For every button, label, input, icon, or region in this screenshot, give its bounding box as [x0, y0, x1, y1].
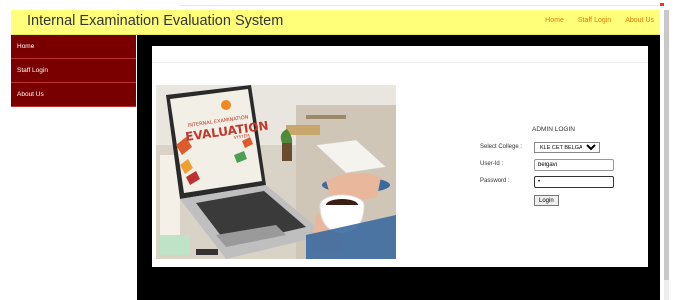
userid-input[interactable] [534, 159, 614, 171]
content-panel: INTERNAL EXAMINATION EVALUATION SYSTEM A… [152, 46, 648, 267]
login-button[interactable]: Login [534, 195, 559, 206]
login-heading: ADMIN LOGIN [532, 126, 575, 133]
app-title: Internal Examination Evaluation System [27, 13, 284, 29]
password-input[interactable] [534, 176, 614, 188]
sidebar-item-staff-login[interactable]: Staff Login [11, 59, 136, 83]
top-divider [180, 5, 660, 6]
window-marker [660, 3, 664, 6]
top-nav-about-us-link[interactable]: About Us [625, 17, 654, 24]
header-bar: Internal Examination Evaluation System H… [11, 10, 660, 35]
sidebar-item-home[interactable]: Home [11, 35, 136, 59]
panel-divider [152, 62, 648, 63]
top-nav-staff-login-link[interactable]: Staff Login [578, 17, 611, 24]
top-nav-home-link[interactable]: Home [545, 17, 564, 24]
college-select[interactable]: KLE CET BELGAVI [534, 142, 600, 153]
main-area: INTERNAL EXAMINATION EVALUATION SYSTEM A… [137, 35, 660, 300]
password-label: Password : [480, 178, 510, 184]
college-label: Select College : [480, 144, 523, 150]
sidebar: Home Staff Login About Us [11, 35, 136, 107]
top-nav: Home Staff Login About Us [545, 17, 654, 24]
userid-label: User-Id : [480, 161, 504, 167]
scrollbar-thumb[interactable] [664, 10, 669, 280]
hero-image: INTERNAL EXAMINATION EVALUATION SYSTEM [156, 85, 396, 259]
sidebar-item-about-us[interactable]: About Us [11, 83, 136, 107]
